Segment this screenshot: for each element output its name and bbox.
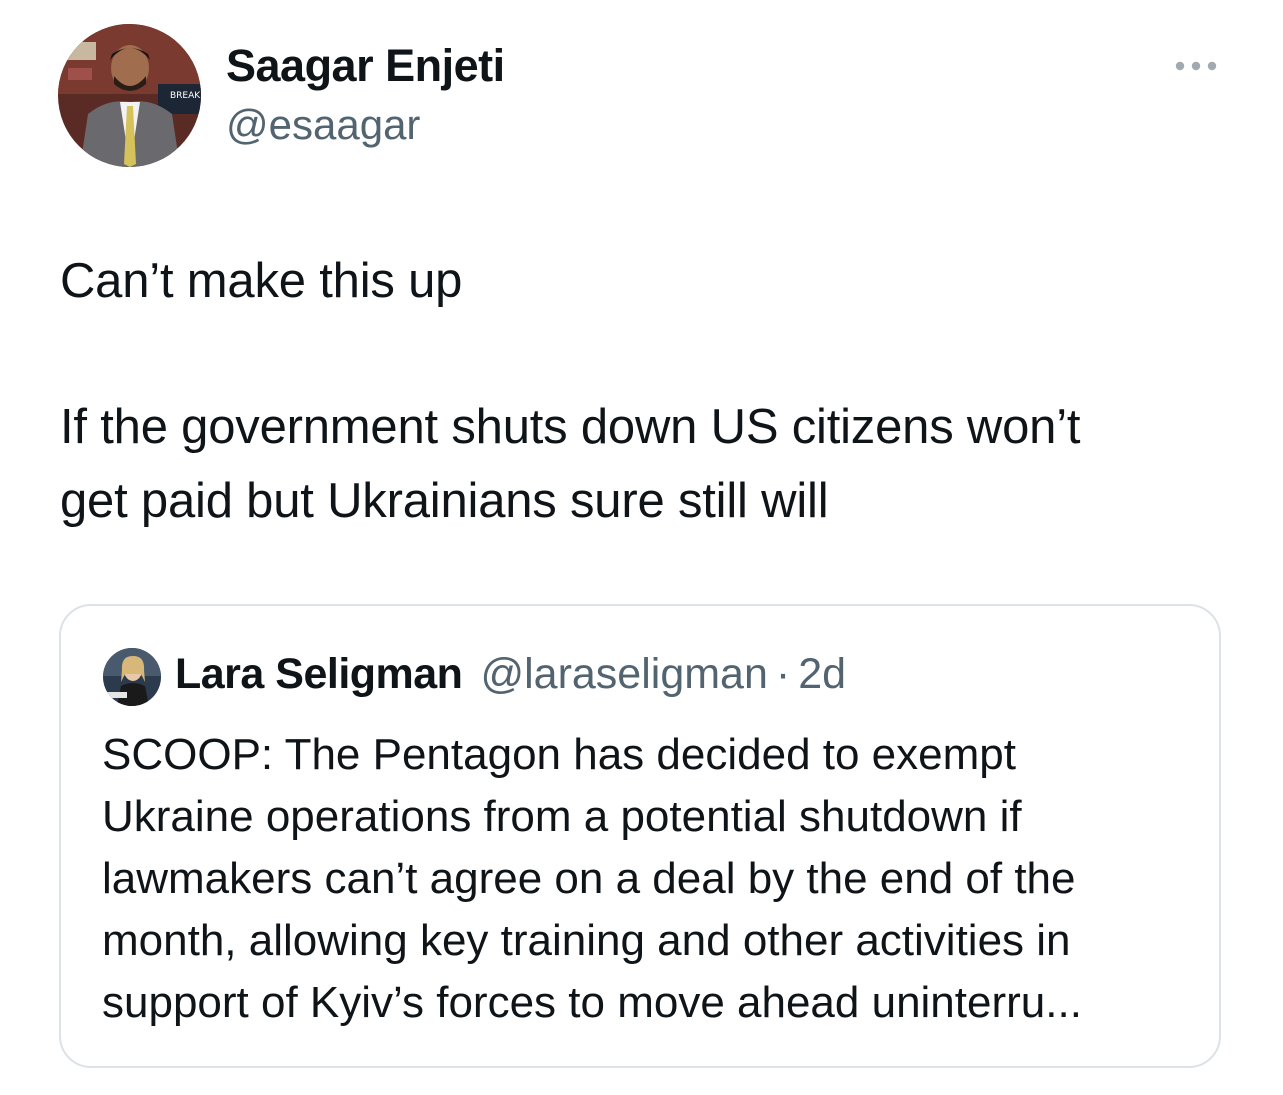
more-horizontal-icon <box>1175 61 1217 71</box>
quoted-tweet-header: Lara Seligman @laraseligman · 2d <box>175 650 846 699</box>
more-button[interactable] <box>1168 46 1224 86</box>
author-handle[interactable]: @esaagar <box>226 101 420 149</box>
quoted-tweet-card[interactable]: Lara Seligman @laraseligman · 2d SCOOP: … <box>59 604 1221 1068</box>
quoted-tweet-text-line: Ukraine operations from a potential shut… <box>102 792 1022 841</box>
quoted-author-handle[interactable]: @laraseligman <box>480 650 767 699</box>
author-avatar-image: BREAK <box>58 24 201 167</box>
tweet-text-line: Can’t make this up <box>60 254 463 308</box>
quoted-tweet-text-line: month, allowing key training and other a… <box>102 916 1071 965</box>
quoted-tweet-text-line: lawmakers can’t agree on a deal by the e… <box>102 854 1076 903</box>
quoted-author-display-name[interactable]: Lara Seligman <box>175 650 463 699</box>
quoted-tweet-text-line: SCOOP: The Pentagon has decided to exemp… <box>102 730 1016 779</box>
tweet-text-line: get paid but Ukrainians sure still will <box>60 474 829 528</box>
quoted-tweet-text-line: support of Kyiv’s forces to move ahead u… <box>102 978 1082 1027</box>
author-avatar[interactable]: BREAK <box>58 24 201 167</box>
author-display-name[interactable]: Saagar Enjeti <box>226 40 505 92</box>
separator-dot: · <box>775 650 791 698</box>
quoted-author-avatar[interactable] <box>103 648 161 706</box>
svg-text:BREAK: BREAK <box>170 91 201 101</box>
quoted-author-avatar-image <box>103 648 161 706</box>
tweet-text-line: If the government shuts down US citizens… <box>60 400 1081 454</box>
quoted-tweet-timestamp[interactable]: 2d <box>798 650 846 699</box>
